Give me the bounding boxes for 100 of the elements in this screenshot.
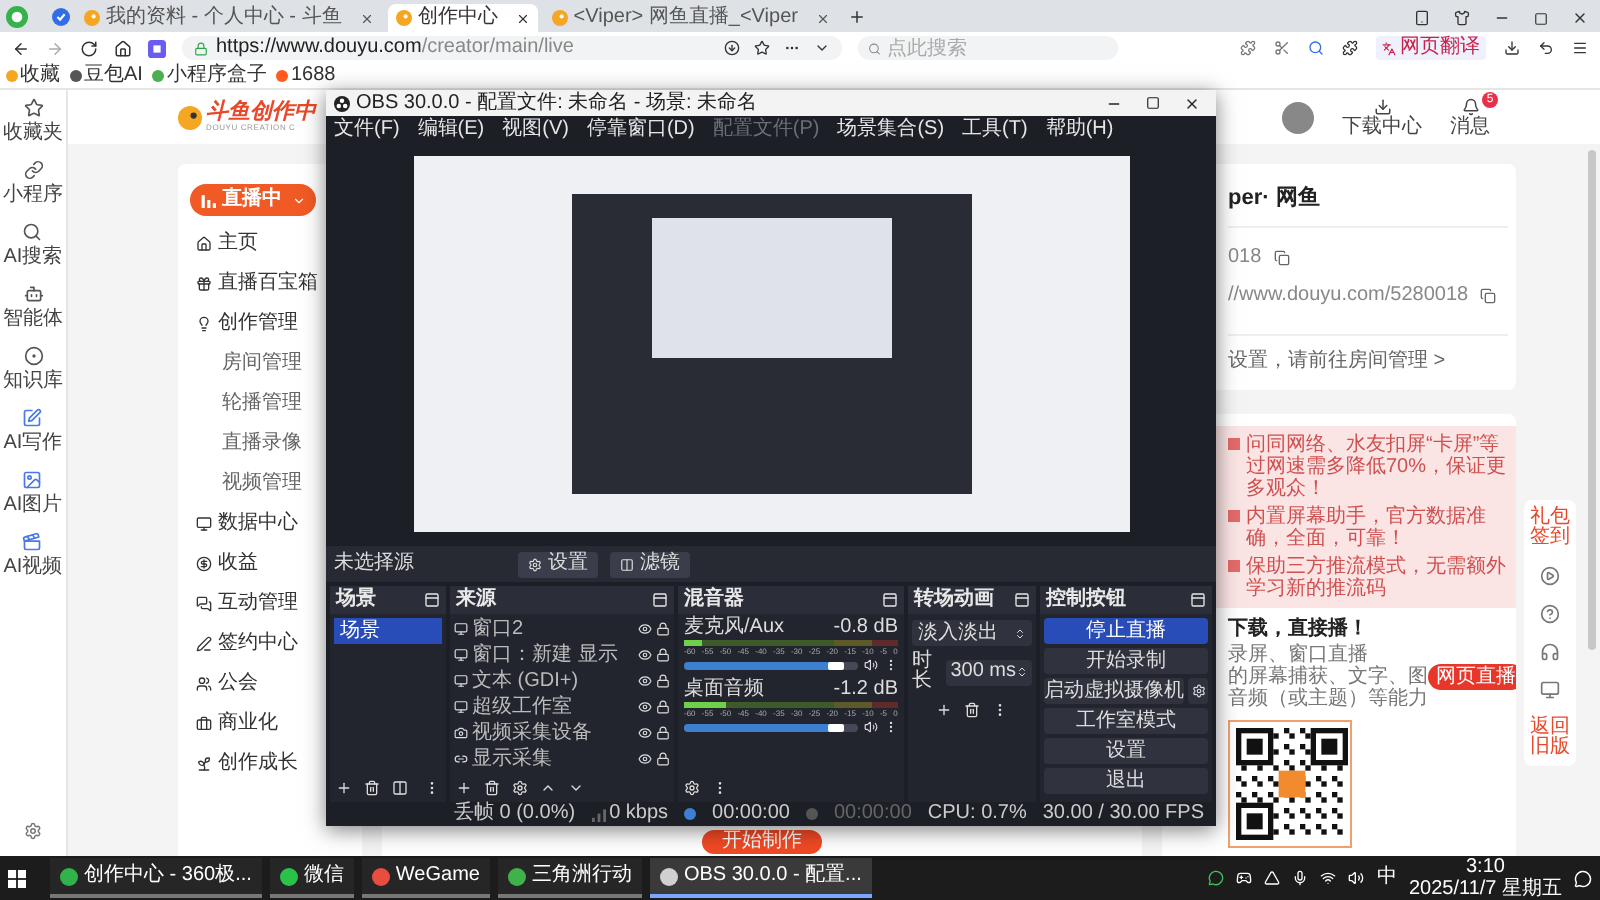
url-field[interactable]: https://www.douyu.com/creator/main/live [182, 36, 842, 60]
microphone-icon[interactable] [1292, 870, 1309, 886]
close-icon[interactable] [1184, 95, 1200, 111]
browser-tab[interactable]: 我的资料 - 个人中心 - 斗鱼 [76, 4, 382, 32]
headset-icon[interactable] [1540, 642, 1560, 662]
more-icon[interactable] [884, 658, 898, 672]
bookmark-item[interactable]: 收藏 [6, 66, 60, 86]
undock-icon[interactable] [882, 592, 898, 608]
control-button[interactable]: 退出 [1044, 768, 1208, 794]
play-icon[interactable] [1540, 566, 1560, 586]
rail-item[interactable]: AI写作 [3, 408, 63, 454]
gear-icon[interactable] [684, 779, 700, 795]
trash-icon[interactable] [364, 779, 380, 795]
eye-icon[interactable] [638, 674, 652, 688]
nav-item[interactable]: 主页 [196, 232, 258, 256]
search-bar[interactable]: 点此搜索 [858, 36, 1118, 60]
speaker-icon[interactable] [1348, 870, 1365, 886]
settings-icon[interactable] [24, 822, 42, 840]
maximize-icon[interactable] [1146, 96, 1160, 110]
lock-icon[interactable] [656, 622, 670, 636]
triangle-icon[interactable] [1264, 870, 1281, 886]
close-icon[interactable] [515, 11, 530, 25]
speaker-icon[interactable] [864, 658, 878, 672]
filter-icon[interactable] [392, 779, 408, 795]
source-name[interactable]: 显示采集 [472, 749, 552, 769]
nav-item[interactable]: 数据中心 [196, 512, 298, 536]
bookmark-item[interactable]: 豆包AI [70, 66, 143, 86]
web-live-button[interactable]: 网页直播 [1428, 664, 1516, 690]
slider-thumb[interactable] [828, 723, 845, 731]
room-settings-link[interactable]: 设置，请前往房间管理 > [1228, 352, 1508, 372]
taskbar-item[interactable]: 创作中心 - 360极... [50, 858, 262, 898]
control-button[interactable]: 启动虚拟摄像机 [1044, 678, 1184, 704]
new-tab-icon[interactable] [847, 8, 866, 26]
windows-logo-icon[interactable] [8, 869, 26, 887]
old-version-button[interactable]: 返回旧版 [1530, 718, 1570, 758]
rail-item[interactable]: 智能体 [3, 284, 63, 330]
rail-item[interactable]: AI视频 [3, 532, 63, 578]
filters-button[interactable]: 滤镜 [610, 551, 690, 577]
trash-icon[interactable] [964, 702, 980, 718]
add-icon[interactable] [936, 702, 952, 718]
download-center-button[interactable]: 下载中心 [1342, 97, 1422, 137]
nav-item[interactable]: 签约中心 [196, 632, 298, 656]
reload-icon[interactable] [80, 39, 98, 57]
control-button[interactable]: 工作室模式 [1044, 708, 1208, 734]
menu-item[interactable]: 工具(T) [962, 119, 1028, 139]
download-icon[interactable] [724, 40, 740, 56]
control-button[interactable]: 停止直播 [1044, 618, 1208, 644]
taskbar-item[interactable]: 微信 [269, 858, 354, 898]
control-button[interactable]: 开始录制 [1044, 648, 1208, 674]
source-settings-button[interactable]: 设置 [518, 551, 598, 577]
speaker-icon[interactable] [864, 720, 878, 734]
eye-icon[interactable] [638, 726, 652, 740]
taskbar-item[interactable]: OBS 30.0.0 - 配置... [649, 858, 872, 898]
help-icon[interactable] [1540, 604, 1560, 624]
menu-item[interactable]: 停靠窗口(D) [586, 119, 695, 139]
source-name[interactable]: 文本 (GDI+) [472, 671, 579, 691]
input-method-indicator[interactable]: 中 [1376, 868, 1397, 888]
bookmark-item[interactable]: 小程序盒子 [152, 66, 267, 86]
eye-icon[interactable] [638, 648, 652, 662]
bookmark-star-icon[interactable] [754, 40, 770, 56]
nav-item[interactable]: 轮播管理 [222, 392, 302, 416]
close-icon[interactable] [1572, 10, 1588, 26]
shirt-icon[interactable] [1454, 10, 1470, 26]
undock-icon[interactable] [424, 592, 440, 608]
lock-icon[interactable] [656, 700, 670, 714]
nav-item[interactable]: 视频管理 [222, 472, 302, 496]
rail-item[interactable]: 知识库 [3, 346, 63, 392]
menu-item[interactable]: 视图(V) [502, 119, 569, 139]
menu-icon[interactable] [1572, 40, 1588, 56]
bookmark-item[interactable]: 1688 [276, 66, 336, 86]
chat-icon[interactable] [1208, 870, 1225, 886]
nav-item[interactable]: 创作成长 [196, 752, 298, 776]
puzzle-icon[interactable] [1342, 40, 1358, 56]
undo-icon[interactable] [1538, 40, 1554, 56]
lock-icon[interactable] [656, 674, 670, 688]
add-icon[interactable] [456, 779, 472, 795]
nav-item[interactable]: 直播百宝箱 [196, 272, 318, 296]
translate-button[interactable]: 网页翻译 [1376, 36, 1486, 60]
nav-item[interactable]: 房间管理 [222, 352, 302, 376]
control-button[interactable]: 设置 [1044, 738, 1208, 764]
lock-icon[interactable] [656, 648, 670, 662]
rail-item[interactable]: AI搜索 [3, 222, 63, 268]
search-field[interactable]: 点此搜索 [886, 37, 1108, 59]
scissors-icon[interactable] [1274, 40, 1290, 56]
rail-item[interactable]: 小程序 [3, 160, 63, 206]
more-icon[interactable] [884, 720, 898, 734]
lock-icon[interactable] [656, 752, 670, 766]
browser-tab[interactable]: <Viper> 网鱼直播_<Viper [543, 4, 838, 32]
back-icon[interactable] [12, 39, 30, 57]
source-name[interactable]: 视频采集设备 [472, 723, 592, 743]
taskbar-item[interactable]: 三角洲行动 [497, 858, 642, 898]
eye-icon[interactable] [638, 622, 652, 636]
home-icon[interactable] [114, 39, 132, 57]
network-icon[interactable] [1320, 870, 1337, 886]
start-button[interactable]: 开始制作 [702, 830, 822, 854]
menu-item[interactable]: 场景集合(S) [837, 119, 945, 139]
nav-item[interactable]: 公会 [196, 672, 258, 696]
notification-icon[interactable] [1574, 869, 1592, 887]
monitor-icon[interactable] [1540, 680, 1560, 700]
search-icon[interactable] [1308, 40, 1324, 56]
